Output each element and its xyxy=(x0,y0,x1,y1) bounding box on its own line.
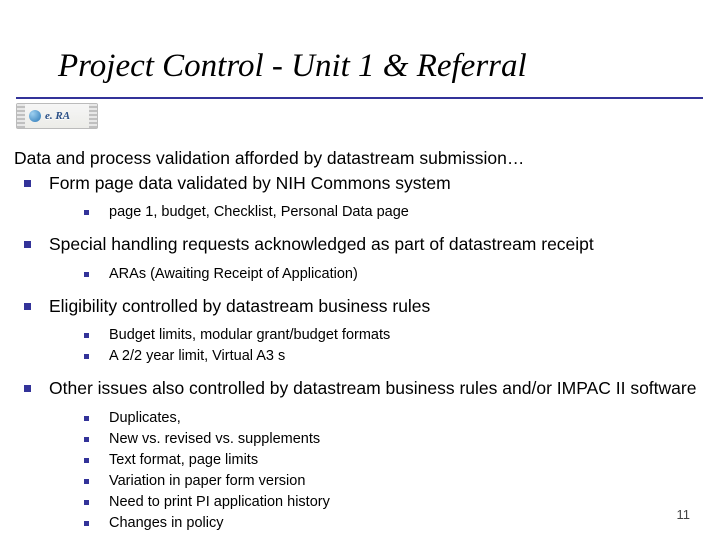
bullet-icon xyxy=(84,333,89,338)
era-logo: e. RA xyxy=(16,103,98,129)
slide-body: Data and process validation afforded by … xyxy=(14,148,706,534)
bullet-4-1: Duplicates, xyxy=(84,408,706,429)
bullet-icon xyxy=(24,303,31,310)
bullet-2-1-text: ARAs (Awaiting Receipt of Application) xyxy=(109,264,358,285)
bullet-1: Form page data validated by NIH Commons … xyxy=(24,172,706,194)
intro-text: Data and process validation afforded by … xyxy=(14,148,706,170)
bullet-1-text: Form page data validated by NIH Commons … xyxy=(49,172,451,194)
bullet-icon xyxy=(84,416,89,421)
bullet-2: Special handling requests acknowledged a… xyxy=(24,233,706,255)
bullet-4-5: Need to print PI application history xyxy=(84,492,706,513)
logo-text: e. RA xyxy=(45,110,70,122)
bullet-icon xyxy=(24,241,31,248)
bullet-icon xyxy=(84,354,89,359)
bullet-4-6: Changes in policy xyxy=(84,513,706,534)
bullet-4: Other issues also controlled by datastre… xyxy=(24,377,706,399)
bullet-4-4: Variation in paper form version xyxy=(84,471,706,492)
bullet-4-5-text: Need to print PI application history xyxy=(109,492,330,513)
logo-stripe-right xyxy=(89,104,97,128)
bullet-icon xyxy=(84,437,89,442)
bullet-icon xyxy=(24,385,31,392)
bullet-icon xyxy=(84,521,89,526)
bullet-4-1-text: Duplicates, xyxy=(109,408,181,429)
logo-dot-icon xyxy=(29,110,41,122)
slide-title: Project Control - Unit 1 & Referral xyxy=(58,48,527,85)
logo-stripe-left xyxy=(17,104,25,128)
bullet-1-1-text: page 1, budget, Checklist, Personal Data… xyxy=(109,202,409,223)
bullet-4-2: New vs. revised vs. supplements xyxy=(84,429,706,450)
bullet-icon xyxy=(84,500,89,505)
bullet-3-2: A 2/2 year limit, Virtual A3 s xyxy=(84,346,706,367)
bullet-3-2-text: A 2/2 year limit, Virtual A3 s xyxy=(109,346,285,367)
bullet-4-3-text: Text format, page limits xyxy=(109,450,258,471)
bullet-4-6-text: Changes in policy xyxy=(109,513,223,534)
bullet-1-1: page 1, budget, Checklist, Personal Data… xyxy=(84,202,706,223)
slide: Project Control - Unit 1 & Referral e. R… xyxy=(0,0,720,540)
bullet-4-2-text: New vs. revised vs. supplements xyxy=(109,429,320,450)
bullet-icon xyxy=(84,210,89,215)
bullet-3-1-text: Budget limits, modular grant/budget form… xyxy=(109,325,390,346)
bullet-3: Eligibility controlled by datastream bus… xyxy=(24,295,706,317)
bullet-icon xyxy=(84,272,89,277)
bullet-icon xyxy=(24,180,31,187)
bullet-4-3: Text format, page limits xyxy=(84,450,706,471)
title-underline xyxy=(16,97,703,99)
page-number: 11 xyxy=(677,507,691,522)
bullet-2-1: ARAs (Awaiting Receipt of Application) xyxy=(84,264,706,285)
bullet-4-4-text: Variation in paper form version xyxy=(109,471,305,492)
bullet-2-text: Special handling requests acknowledged a… xyxy=(49,233,594,255)
bullet-icon xyxy=(84,479,89,484)
bullet-3-text: Eligibility controlled by datastream bus… xyxy=(49,295,430,317)
bullet-3-1: Budget limits, modular grant/budget form… xyxy=(84,325,706,346)
bullet-4-text: Other issues also controlled by datastre… xyxy=(49,377,696,399)
bullet-icon xyxy=(84,458,89,463)
